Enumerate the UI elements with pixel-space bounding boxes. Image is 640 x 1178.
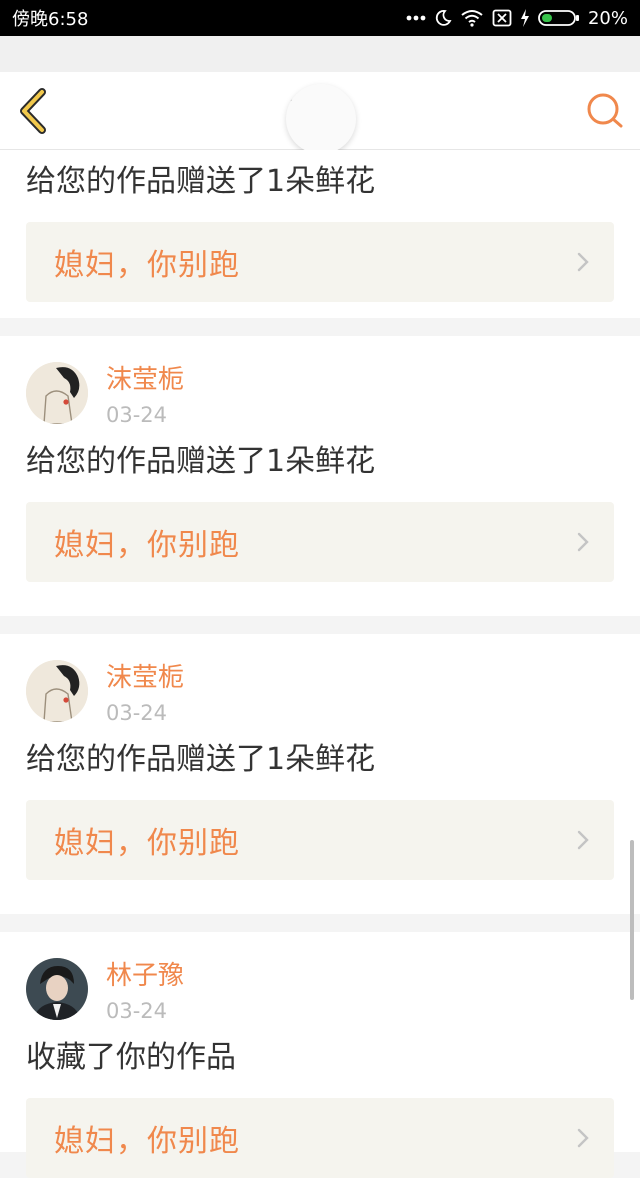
moon-icon (434, 9, 452, 27)
action-text: 给您的作品赠送了1朵鲜花 (26, 444, 376, 479)
list-item: 林子豫 03-24 收藏了你的作品 媳妇，你别跑 (0, 932, 640, 1178)
action-text: 收藏了你的作品 (26, 1040, 236, 1075)
work-link[interactable]: 媳妇，你别跑 (26, 502, 614, 582)
action-text: 给您的作品赠送了1朵鲜花 (26, 164, 376, 199)
message-date: 03-24 (106, 701, 168, 725)
chevron-right-icon (577, 1128, 589, 1148)
wifi-icon (460, 9, 484, 27)
list-item: 沫莹栀 03-24 给您的作品赠送了1朵鲜花 媳妇，你别跑 (0, 634, 640, 914)
work-title: 媳妇，你别跑 (54, 826, 240, 861)
battery-icon (538, 9, 580, 27)
scrollbar[interactable] (630, 840, 634, 1000)
list-item: 沫莹栀 03-24 给您的作品赠送了1朵鲜花 媳妇，你别跑 (0, 336, 640, 616)
work-title: 媳妇，你别跑 (54, 528, 240, 563)
charging-icon (520, 9, 530, 27)
search-button[interactable] (584, 90, 626, 132)
work-title: 媳妇，你别跑 (54, 248, 240, 283)
work-link[interactable]: 媳妇，你别跑 (26, 800, 614, 880)
avatar[interactable] (26, 958, 88, 1020)
avatar[interactable] (26, 362, 88, 424)
chevron-right-icon (577, 532, 589, 552)
chevron-right-icon (577, 830, 589, 850)
user-name[interactable]: 林子豫 (106, 960, 184, 992)
status-bar: 傍晚6:58 20% (0, 0, 640, 36)
work-title: 媳妇，你别跑 (54, 1124, 240, 1159)
action-text: 给您的作品赠送了1朵鲜花 (26, 742, 376, 777)
user-name[interactable]: 沫莹栀 (106, 662, 184, 694)
list-item: 给您的作品赠送了1朵鲜花 媳妇，你别跑 (0, 150, 640, 318)
sim-off-icon (492, 9, 512, 27)
refresh-spinner (286, 84, 356, 154)
chevron-right-icon (577, 252, 589, 272)
search-icon (587, 93, 623, 128)
user-name[interactable]: 沫莹栀 (106, 364, 184, 396)
work-link[interactable]: 媳妇，你别跑 (26, 1098, 614, 1178)
status-time: 傍晚6:58 (12, 9, 89, 30)
message-date: 03-24 (106, 403, 168, 427)
avatar[interactable] (26, 660, 88, 722)
message-date: 03-24 (106, 999, 168, 1023)
pull-refresh-gap (0, 36, 640, 72)
dots-icon (406, 14, 426, 22)
message-feed: 给您的作品赠送了1朵鲜花 媳妇，你别跑 沫莹栀 03-24 给您的作品赠送了1朵… (0, 150, 640, 1178)
work-link[interactable]: 媳妇，你别跑 (26, 222, 614, 302)
battery-percent: 20% (587, 7, 628, 29)
